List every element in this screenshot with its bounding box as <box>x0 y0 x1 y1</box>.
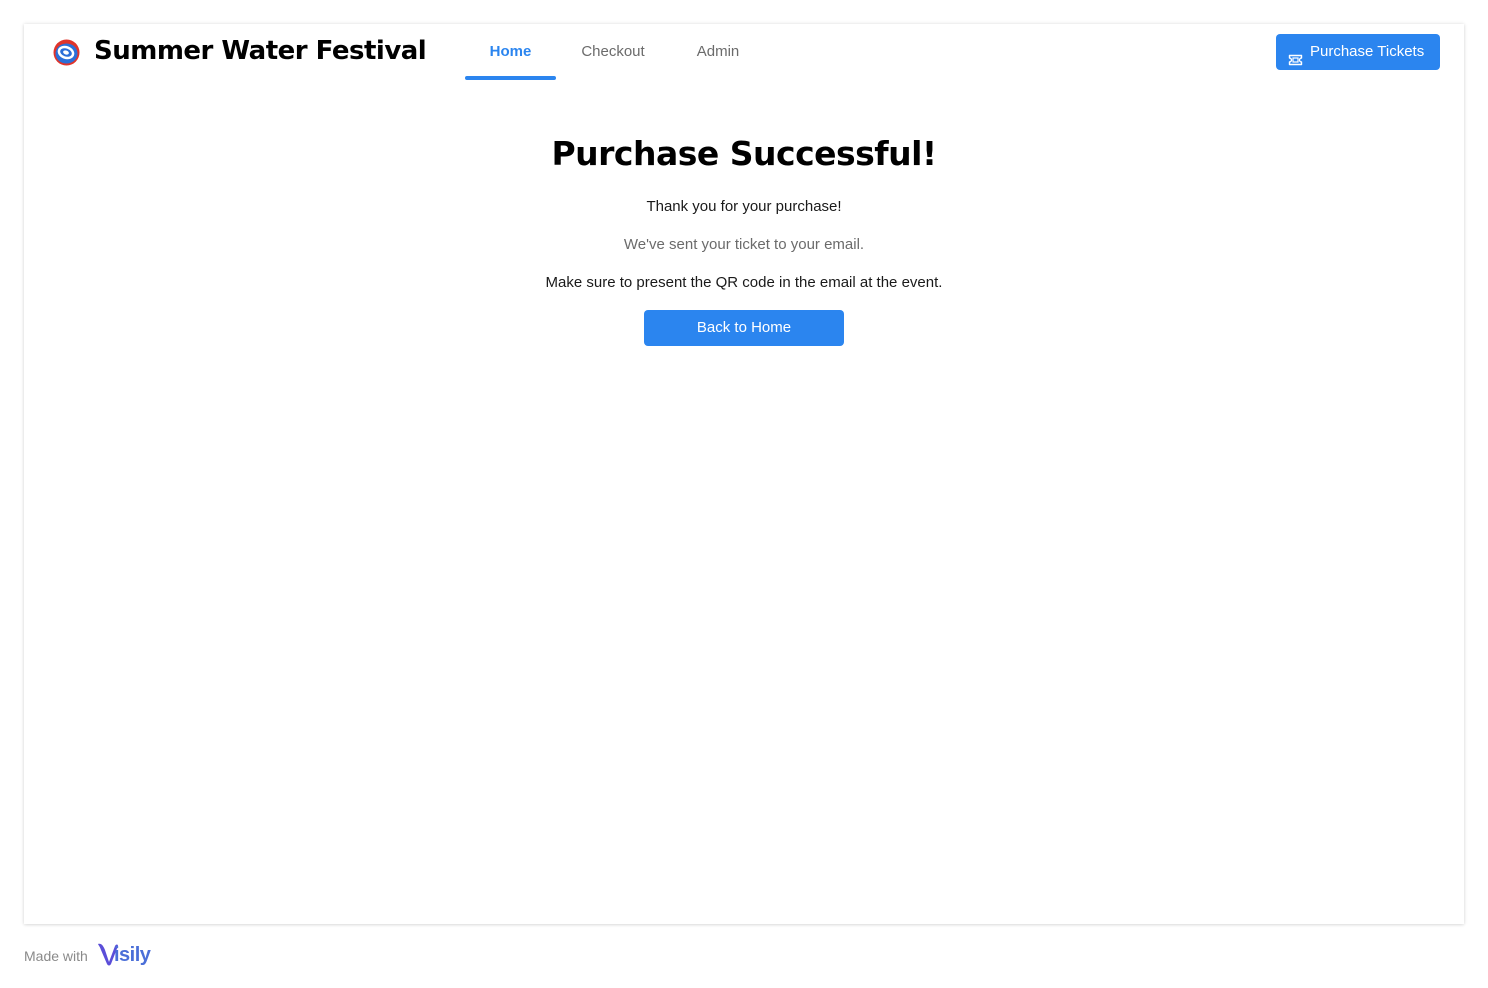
top-navbar: Summer Water Festival Home Checkout Admi… <box>24 24 1464 80</box>
brand-title[interactable]: Summer Water Festival <box>94 34 427 68</box>
thank-you-text: Thank you for your purchase! <box>646 198 842 215</box>
confirmation-panel: Purchase Successful! Thank you for your … <box>24 124 1464 346</box>
festival-swirl-logo-icon[interactable] <box>52 38 81 67</box>
nav-item-label: Admin <box>696 43 740 60</box>
page-title: Purchase Successful! <box>551 134 937 173</box>
nav-item-label: Home <box>489 43 532 60</box>
email-sent-text: We've sent your ticket to your email. <box>623 236 865 253</box>
purchase-tickets-button[interactable]: Purchase Tickets <box>1276 34 1440 70</box>
back-to-home-button[interactable]: Back to Home <box>644 310 844 346</box>
nav-item-home[interactable]: Home <box>465 24 556 80</box>
qr-code-note: Make sure to present the QR code in the … <box>545 274 943 291</box>
visily-wordmark: isily <box>114 944 151 966</box>
ticket-icon <box>1288 45 1303 66</box>
made-with-label: Made with <box>24 948 88 964</box>
nav-item-checkout[interactable]: Checkout <box>565 24 661 78</box>
active-tab-indicator <box>465 76 556 80</box>
purchase-tickets-label: Purchase Tickets <box>1310 43 1425 60</box>
nav-item-admin[interactable]: Admin <box>671 24 765 78</box>
app-frame: Summer Water Festival Home Checkout Admi… <box>24 24 1464 924</box>
nav-item-label: Checkout <box>581 43 645 60</box>
